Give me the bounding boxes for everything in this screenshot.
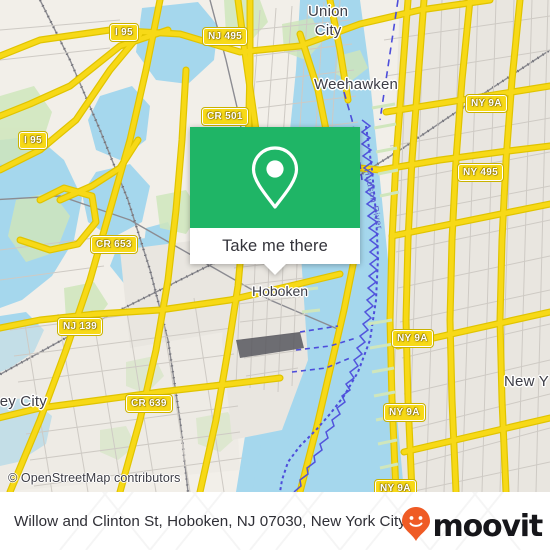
moovit-map-screen: UnionCity Weehawken Hoboken sey City New… [0, 0, 550, 550]
map-pin-icon [248, 145, 302, 211]
bottom-info-bar: Willow and Clinton St, Hoboken, NJ 07030… [0, 492, 550, 550]
osm-attribution[interactable]: © OpenStreetMap contributors [8, 471, 181, 485]
moovit-smiley-pin-icon [401, 506, 431, 547]
moovit-wordmark: moovit [432, 508, 544, 544]
moovit-logo[interactable]: moovit [401, 506, 544, 547]
location-callout-card[interactable]: Take me there [190, 127, 360, 275]
address-text: Willow and Clinton St, Hoboken, NJ 07030… [14, 512, 406, 530]
take-me-there-button[interactable]: Take me there [190, 228, 360, 264]
callout-pointer-tail [264, 264, 286, 275]
callout-body [190, 127, 360, 228]
